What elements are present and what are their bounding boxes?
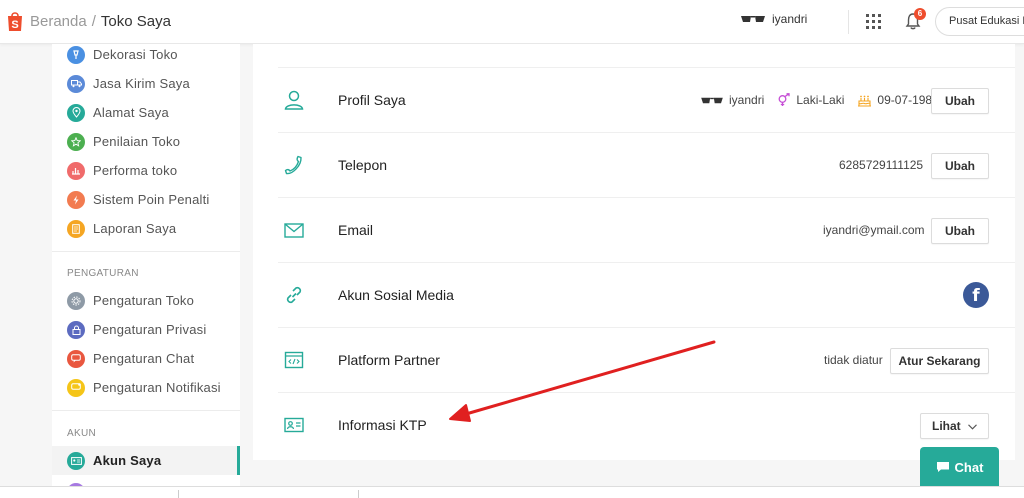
id-card-icon xyxy=(284,417,304,433)
row-telepon: Telepon 6285729111125 Ubah xyxy=(278,132,1015,197)
setup-now-button[interactable]: Atur Sekarang xyxy=(890,348,989,374)
sidebar-item-alamat-saya[interactable]: Alamat Saya xyxy=(52,98,240,127)
link-icon xyxy=(286,286,302,304)
bottom-divider xyxy=(178,490,179,498)
sidebar-item-label: Pengaturan Chat xyxy=(93,351,195,366)
profile-username: iyandri xyxy=(729,93,765,107)
sidebar-item-label: Alamat Saya xyxy=(93,105,169,120)
profile-birthdate: 09-07-1989 xyxy=(877,93,939,107)
sunglasses-avatar-icon xyxy=(741,16,765,22)
notification-badge: 6 xyxy=(914,8,926,20)
location-icon xyxy=(67,103,85,122)
bottom-bar xyxy=(0,486,1024,498)
view-ktp-button[interactable]: Lihat xyxy=(920,413,989,439)
sidebar-item-sistem-poin-penalti[interactable]: Sistem Poin Penalti xyxy=(52,185,240,214)
platform-partner-status: tidak diatur xyxy=(824,353,883,367)
svg-text:S: S xyxy=(11,19,18,31)
row-label: Akun Sosial Media xyxy=(338,287,454,303)
header-divider xyxy=(848,10,849,34)
sidebar-item-label: Performa toko xyxy=(93,163,178,178)
sidebar-item-dekorasi-toko[interactable]: Dekorasi Toko xyxy=(52,44,240,69)
profile-gender: Laki-Laki xyxy=(796,93,845,107)
row-profil-saya: Profil Saya iyandri Laki-Laki 09-07-1989… xyxy=(278,67,1015,132)
row-platform-partner: Platform Partner tidak diatur Atur Sekar… xyxy=(278,327,1015,392)
facebook-icon[interactable]: f xyxy=(963,282,989,308)
breadcrumb-current: Toko Saya xyxy=(100,13,171,30)
edit-email-button[interactable]: Ubah xyxy=(931,218,989,244)
code-window-icon xyxy=(284,351,304,369)
sidebar-heading-settings: PENGATURAN xyxy=(67,268,139,279)
sidebar-divider xyxy=(52,251,240,252)
sunglasses-avatar-icon xyxy=(701,97,723,103)
gender-icon xyxy=(778,93,791,106)
row-label: Profil Saya xyxy=(338,92,406,108)
user-menu[interactable]: iyandri xyxy=(740,12,807,26)
row-email: Email iyandri@ymail.com Ubah xyxy=(278,197,1015,262)
chevron-down-icon xyxy=(968,424,977,430)
education-center-button[interactable]: Pusat Edukasi Pe xyxy=(935,7,1024,36)
username: iyandri xyxy=(772,12,808,26)
sidebar-item-label: Pengaturan Notifikasi xyxy=(93,380,221,395)
sidebar-item-pengaturan-toko[interactable]: Pengaturan Toko xyxy=(52,286,240,315)
id-card-icon xyxy=(67,451,85,470)
row-label: Informasi KTP xyxy=(338,417,427,433)
account-settings-card: Profil Saya iyandri Laki-Laki 09-07-1989… xyxy=(253,44,1015,460)
profile-summary: iyandri Laki-Laki 09-07-1989 xyxy=(700,93,939,107)
truck-icon xyxy=(67,74,85,93)
chat-label: Chat xyxy=(954,459,984,475)
sidebar-divider xyxy=(52,410,240,411)
shopee-logo-icon[interactable]: S xyxy=(6,10,24,32)
edit-profile-button[interactable]: Ubah xyxy=(931,88,989,114)
row-informasi-ktp: Informasi KTP Lihat xyxy=(278,392,1015,457)
birthday-cake-icon xyxy=(858,95,872,107)
sidebar-item-label: Penilaian Toko xyxy=(93,134,181,149)
sidebar-item-label: Pengaturan Privasi xyxy=(93,322,207,337)
phone-icon xyxy=(284,155,302,175)
sidebar-item-akun-saya[interactable]: Akun Saya xyxy=(52,446,240,475)
sidebar-item-pengaturan-privasi[interactable]: Pengaturan Privasi xyxy=(52,315,240,344)
sidebar-item-jasa-kirim-saya[interactable]: Jasa Kirim Saya xyxy=(52,69,240,98)
phone-value: 6285729111125 xyxy=(839,158,924,172)
notification-icon xyxy=(67,378,85,397)
bottom-divider xyxy=(358,490,359,498)
breadcrumb-separator: / xyxy=(91,13,96,30)
lightning-icon xyxy=(67,190,85,209)
row-label: Telepon xyxy=(338,157,388,173)
sidebar-item-pengaturan-notifikasi[interactable]: Pengaturan Notifikasi xyxy=(52,373,240,402)
brush-icon xyxy=(67,45,85,64)
mail-icon xyxy=(284,223,304,238)
sidebar-item-label: Laporan Saya xyxy=(93,221,177,236)
sidebar-item-label: Sistem Poin Penalti xyxy=(93,192,210,207)
edit-phone-button[interactable]: Ubah xyxy=(931,153,989,179)
report-icon xyxy=(67,219,85,238)
breadcrumb-home[interactable]: Beranda xyxy=(30,13,87,30)
chat-bubble-icon xyxy=(67,349,85,368)
sidebar-item-label: Akun Saya xyxy=(93,453,162,468)
chart-icon xyxy=(67,161,85,180)
sidebar-item-laporan-saya[interactable]: Laporan Saya xyxy=(52,214,240,243)
lock-icon xyxy=(67,320,85,339)
chat-button[interactable]: Chat xyxy=(920,447,999,487)
sidebar-item-label: Pengaturan Toko xyxy=(93,293,195,308)
row-label: Email xyxy=(338,222,374,238)
sidebar-item-penilaian-toko[interactable]: Penilaian Toko xyxy=(52,127,240,156)
top-bar: S Beranda / Toko Saya iyandri 6 Pusat Eduk… xyxy=(0,0,1024,44)
user-icon xyxy=(284,90,304,110)
row-akun-sosial-media: Akun Sosial Media f xyxy=(278,262,1015,327)
star-icon xyxy=(67,132,85,151)
sidebar-heading-account: AKUN xyxy=(67,428,96,439)
sidebar: Dekorasi Toko Jasa Kirim Saya Alamat Say… xyxy=(52,44,240,498)
view-ktp-label: Lihat xyxy=(931,419,961,433)
sidebar-item-label: Jasa Kirim Saya xyxy=(93,76,190,91)
row-label: Platform Partner xyxy=(338,352,440,368)
email-value: iyandri@ymail.com xyxy=(823,223,925,237)
sidebar-item-label: Dekorasi Toko xyxy=(93,47,178,62)
apps-grid-icon[interactable] xyxy=(866,14,881,29)
sidebar-item-performa-toko[interactable]: Performa toko xyxy=(52,156,240,185)
chat-bubble-icon xyxy=(936,462,949,472)
breadcrumb: Beranda / Toko Saya xyxy=(30,13,171,30)
sidebar-item-pengaturan-chat[interactable]: Pengaturan Chat xyxy=(52,344,240,373)
gear-icon xyxy=(67,291,85,310)
